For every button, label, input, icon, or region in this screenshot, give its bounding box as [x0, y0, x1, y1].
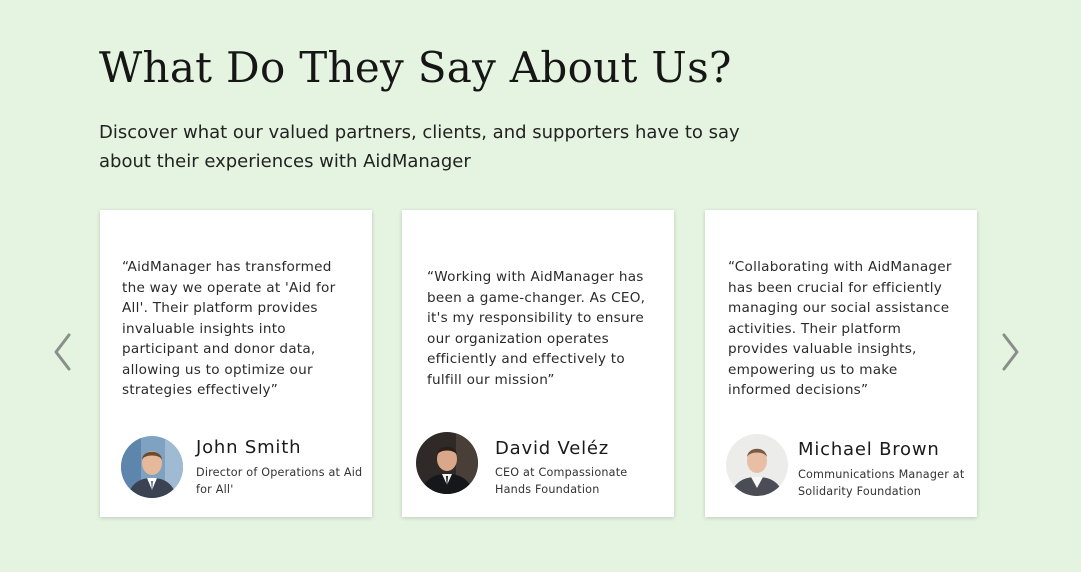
- testimonial-quote: “AidManager has transformed the way we o…: [122, 259, 336, 398]
- testimonial-card: “Working with AidManager has been a game…: [402, 210, 674, 517]
- testimonial-card: “AidManager has transformed the way we o…: [100, 210, 372, 517]
- section-subtitle: Discover what our valued partners, clien…: [99, 122, 740, 172]
- person-role: CEO at Compassionate Hands Foundation: [495, 466, 628, 496]
- avatar: [726, 434, 788, 496]
- testimonial-card: “Collaborating with AidManager has been …: [705, 210, 977, 517]
- avatar: [121, 436, 183, 498]
- person-role: Communications Manager at Solidarity Fou…: [798, 468, 965, 498]
- person-name: Michael Brown: [798, 439, 940, 460]
- section-title: What Do They Say About Us?: [99, 43, 732, 92]
- testimonial-quote: “Working with AidManager has been a game…: [427, 269, 646, 388]
- chevron-right-icon: [1002, 333, 1019, 371]
- person-name: John Smith: [196, 437, 302, 458]
- person-role: Director of Operations at Aid for All': [196, 466, 363, 496]
- carousel-next-button[interactable]: [998, 331, 1022, 373]
- avatar: [416, 432, 478, 494]
- carousel-prev-button[interactable]: [51, 331, 75, 373]
- person-name: David Veléz: [495, 438, 610, 459]
- testimonial-quote: “Collaborating with AidManager has been …: [728, 259, 952, 398]
- chevron-left-icon: [54, 333, 71, 371]
